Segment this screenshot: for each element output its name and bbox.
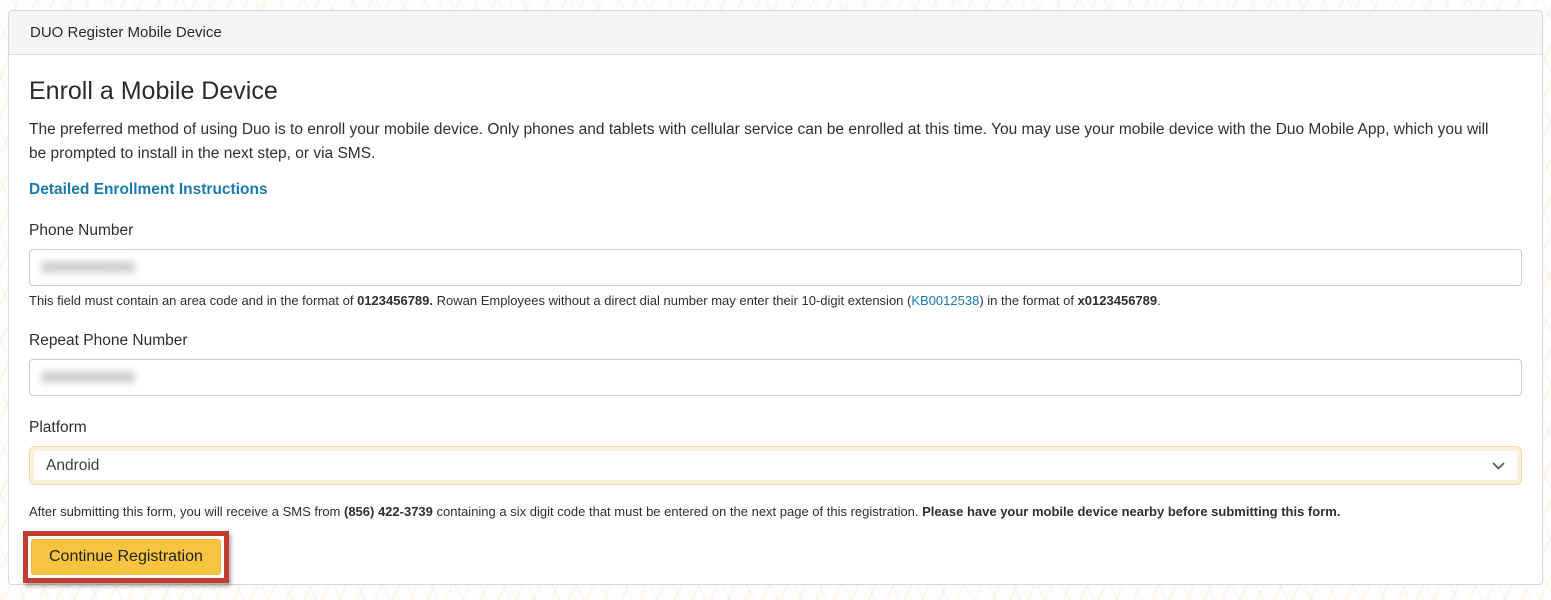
- platform-selected-value: Android: [46, 457, 99, 475]
- kb-article-link[interactable]: KB0012538: [911, 293, 979, 308]
- intro-text: The preferred method of using Duo is to …: [29, 118, 1489, 166]
- note-segment: After submitting this form, you will rec…: [29, 504, 344, 519]
- phone-number-input[interactable]: 0000000000: [29, 249, 1522, 286]
- help-segment: This field must contain an area code and…: [29, 293, 357, 308]
- detailed-instructions-link[interactable]: Detailed Enrollment Instructions: [29, 181, 268, 199]
- continue-registration-button[interactable]: Continue Registration: [31, 539, 221, 575]
- duo-register-panel: DUO Register Mobile Device Enroll a Mobi…: [8, 10, 1543, 585]
- repeat-phone-number-input[interactable]: 0000000000: [29, 359, 1522, 396]
- page-background: { "panel": { "header_title": "DUO Regist…: [0, 0, 1551, 600]
- page-title: Enroll a Mobile Device: [29, 77, 1522, 106]
- chevron-down-icon: [1492, 462, 1505, 470]
- phone-number-label: Phone Number: [29, 222, 1522, 240]
- note-phone-bold: (856) 422-3739: [344, 504, 433, 519]
- help-segment: ) in the format of: [979, 293, 1077, 308]
- help-segment: Rowan Employees without a direct dial nu…: [433, 293, 911, 308]
- repeat-phone-number-label: Repeat Phone Number: [29, 332, 1522, 350]
- annotation-highlight-box: Continue Registration: [23, 531, 229, 583]
- note-segment: containing a six digit code that must be…: [433, 504, 922, 519]
- help-format-bold: 0123456789.: [357, 293, 433, 308]
- redacted-repeat-phone-value: 0000000000: [42, 369, 135, 386]
- sms-note-text: After submitting this form, you will rec…: [29, 504, 1522, 520]
- phone-help-text: This field must contain an area code and…: [29, 293, 1522, 309]
- platform-label: Platform: [29, 419, 1522, 437]
- note-warning-bold: Please have your mobile device nearby be…: [922, 504, 1340, 519]
- platform-select[interactable]: Android: [29, 446, 1522, 485]
- help-extension-bold: x0123456789: [1078, 293, 1158, 308]
- panel-body: Enroll a Mobile Device The preferred met…: [9, 55, 1542, 583]
- panel-header: DUO Register Mobile Device: [9, 11, 1542, 55]
- panel-title: DUO Register Mobile Device: [30, 24, 222, 41]
- redacted-phone-value: 0000000000: [42, 259, 135, 276]
- help-segment: .: [1157, 293, 1161, 308]
